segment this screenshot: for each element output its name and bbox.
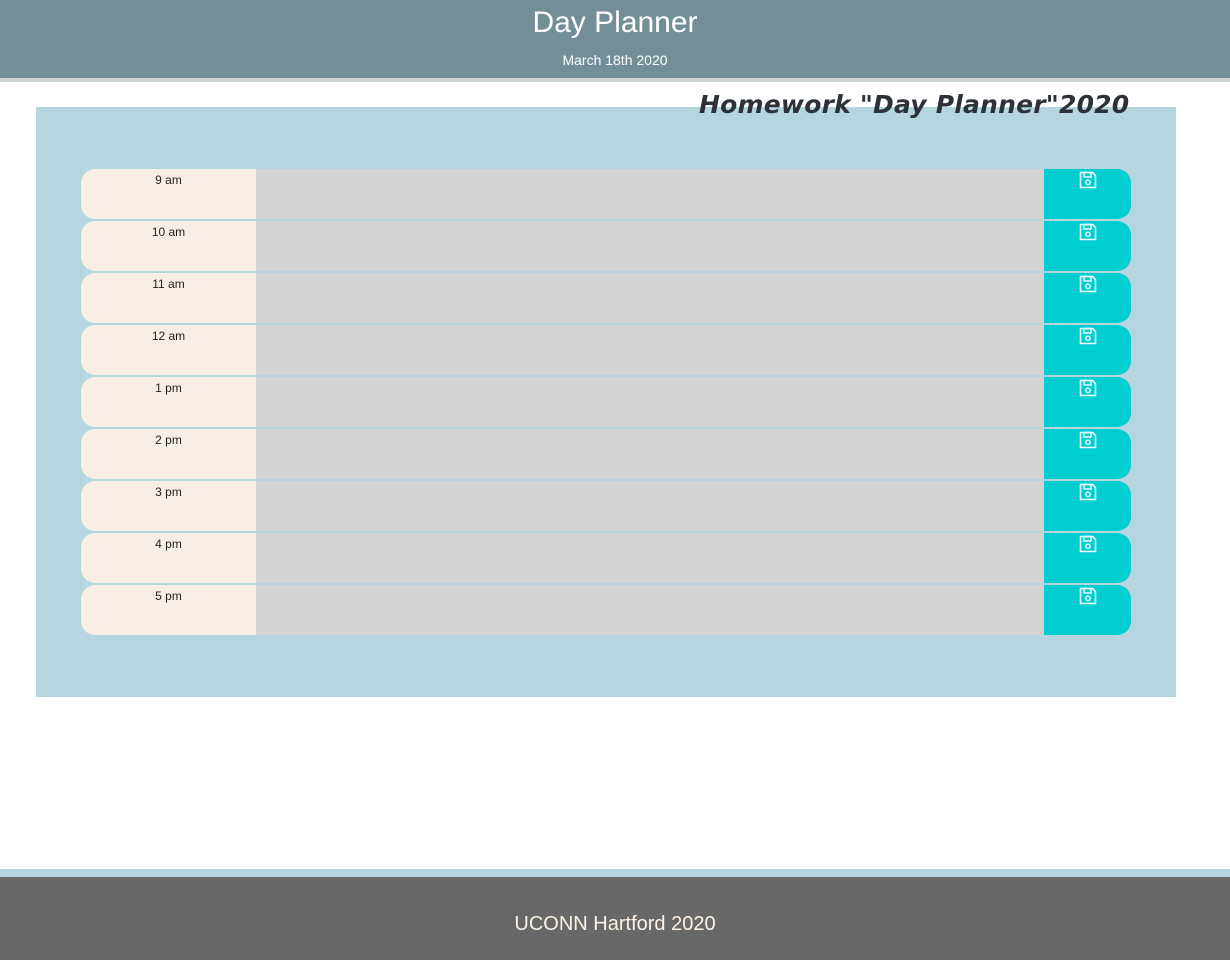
hour-label: 12 am: [81, 325, 256, 375]
save-button[interactable]: [1044, 221, 1131, 271]
description-field[interactable]: [256, 533, 1044, 583]
time-block-row: 2 pm: [81, 429, 1131, 479]
save-icon[interactable]: [1078, 378, 1098, 398]
save-icon[interactable]: [1078, 586, 1098, 606]
description-field[interactable]: [256, 585, 1044, 635]
planner-heading: Homework "Day Planner"2020: [699, 90, 1130, 119]
save-button[interactable]: [1044, 481, 1131, 531]
hour-label: 2 pm: [81, 429, 256, 479]
save-button[interactable]: [1044, 533, 1131, 583]
page-title: Day Planner: [532, 6, 698, 39]
hour-label: 1 pm: [81, 377, 256, 427]
time-block-row: 10 am: [81, 221, 1131, 271]
save-icon[interactable]: [1078, 534, 1098, 554]
hour-label: 9 am: [81, 169, 256, 219]
page-header: Day Planner March 18th 2020: [0, 0, 1230, 82]
hour-label: 3 pm: [81, 481, 256, 531]
save-icon[interactable]: [1078, 222, 1098, 242]
save-button[interactable]: [1044, 429, 1131, 479]
description-field[interactable]: [256, 429, 1044, 479]
page-footer: UCONN Hartford 2020: [0, 877, 1230, 960]
hour-label: 11 am: [81, 273, 256, 323]
save-icon[interactable]: [1078, 326, 1098, 346]
save-icon[interactable]: [1078, 170, 1098, 190]
save-button[interactable]: [1044, 377, 1131, 427]
save-button[interactable]: [1044, 585, 1131, 635]
save-button[interactable]: [1044, 169, 1131, 219]
save-icon[interactable]: [1078, 430, 1098, 450]
time-block-row: 3 pm: [81, 481, 1131, 531]
time-block-row: 11 am: [81, 273, 1131, 323]
save-icon[interactable]: [1078, 482, 1098, 502]
footer-text: UCONN Hartford 2020: [514, 913, 716, 935]
hour-label: 4 pm: [81, 533, 256, 583]
current-date: March 18th 2020: [562, 52, 668, 68]
time-block-row: 5 pm: [81, 585, 1131, 635]
time-block-row: 12 am: [81, 325, 1131, 375]
time-block-row: 9 am: [81, 169, 1131, 219]
description-field[interactable]: [256, 273, 1044, 323]
time-block-list: 9 am 10 am 11 am 12 am 1 pm 2 pm 3 pm 4 pm 5 pm: [81, 169, 1131, 637]
footer-divider: [0, 869, 1230, 877]
description-field[interactable]: [256, 221, 1044, 271]
description-field[interactable]: [256, 481, 1044, 531]
save-button[interactable]: [1044, 273, 1131, 323]
save-button[interactable]: [1044, 325, 1131, 375]
time-block-row: 4 pm: [81, 533, 1131, 583]
time-block-row: 1 pm: [81, 377, 1131, 427]
save-icon[interactable]: [1078, 274, 1098, 294]
hour-label: 10 am: [81, 221, 256, 271]
description-field[interactable]: [256, 169, 1044, 219]
hour-label: 5 pm: [81, 585, 256, 635]
description-field[interactable]: [256, 325, 1044, 375]
description-field[interactable]: [256, 377, 1044, 427]
